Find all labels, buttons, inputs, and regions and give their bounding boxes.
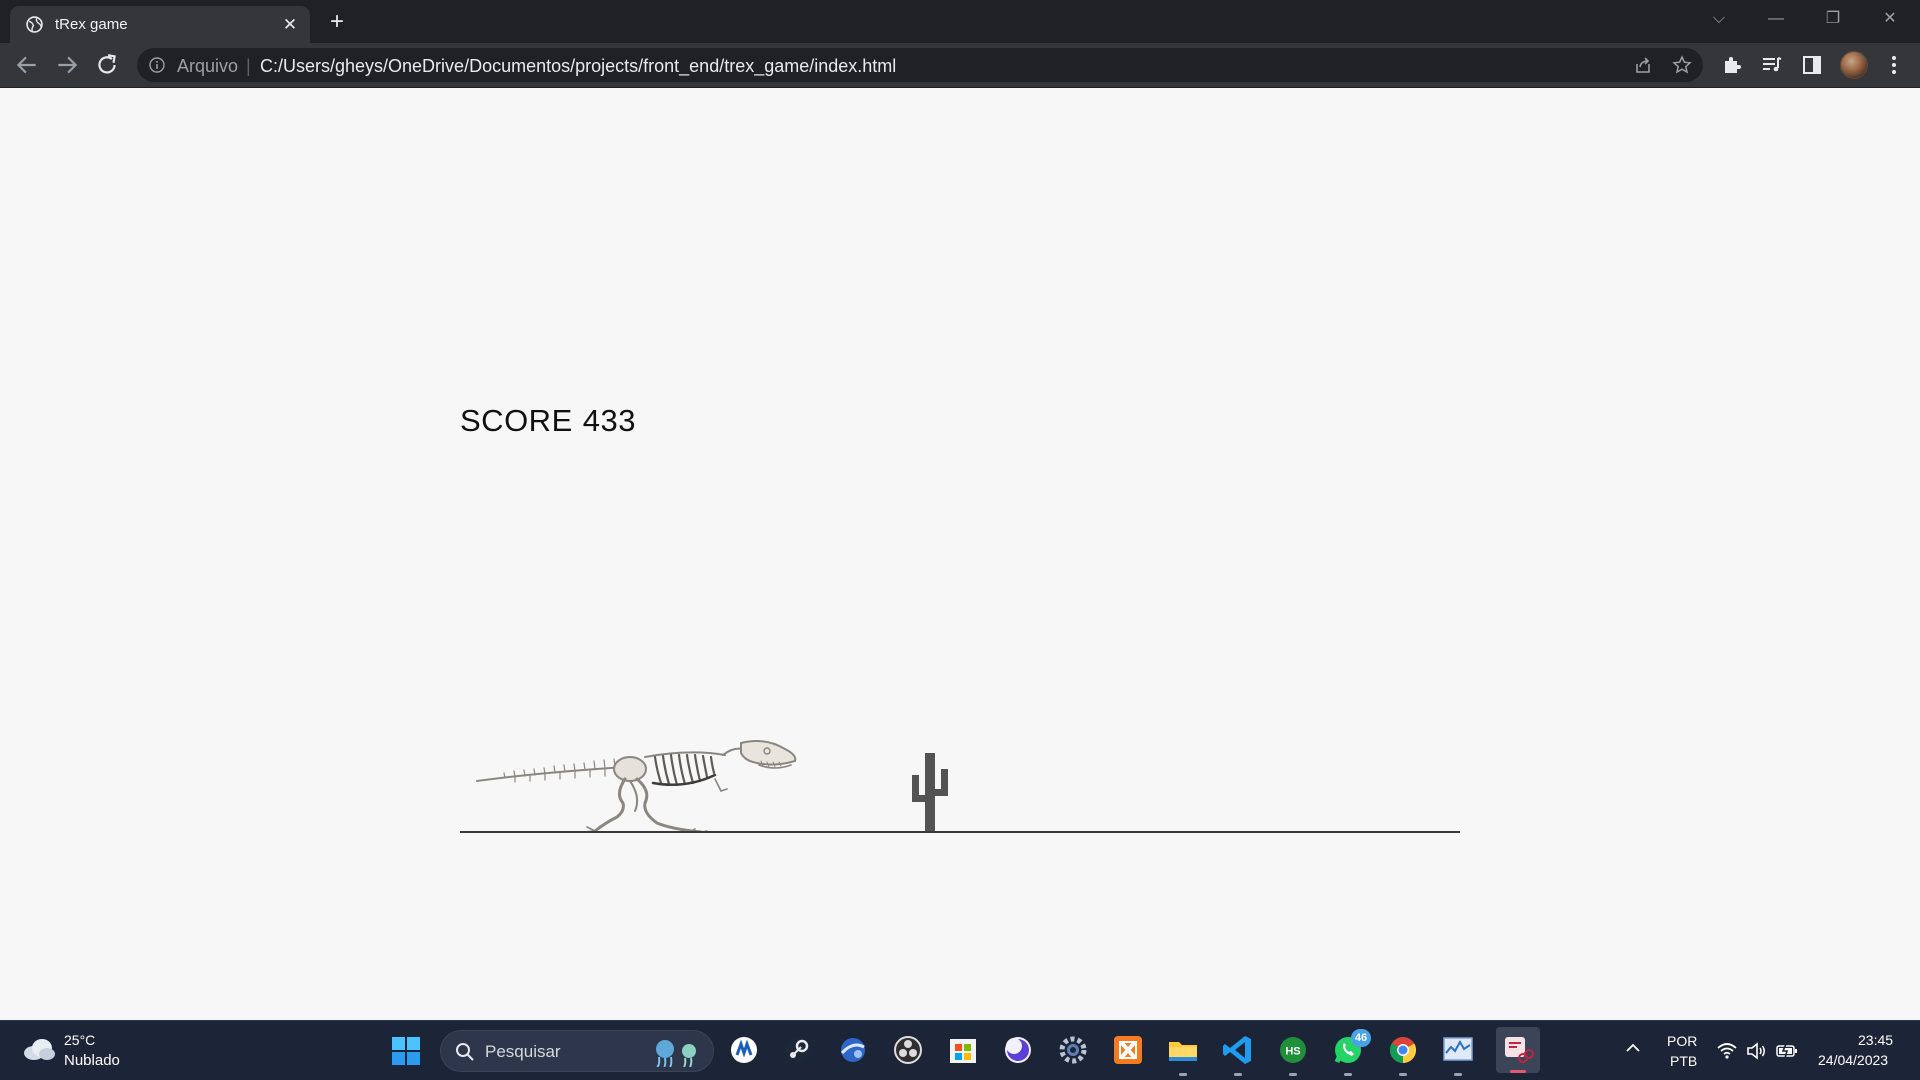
file-explorer-icon[interactable] — [1166, 1033, 1200, 1076]
search-placeholder: Pesquisar — [485, 1042, 561, 1061]
running-indicator — [1510, 1070, 1526, 1073]
windows-taskbar: 25°C Nublado Pesquisar HS 46 POR PTB 23:… — [0, 1020, 1920, 1080]
url-text[interactable]: C:/Users/gheys/OneDrive/Documentos/proje… — [260, 56, 896, 77]
browser-toolbar: Arquivo | C:/Users/gheys/OneDrive/Docume… — [0, 43, 1920, 88]
search-highlight-jellyfish-icon — [656, 1040, 696, 1067]
close-window-button[interactable]: ✕ — [1877, 6, 1903, 32]
clock-date[interactable]: 24/04/2023 — [1818, 1052, 1888, 1068]
minimize-button[interactable]: — — [1763, 6, 1789, 32]
notification-badge: 46 — [1351, 1029, 1371, 1047]
back-arrow-icon[interactable] — [14, 52, 40, 78]
steam-icon[interactable] — [781, 1033, 815, 1067]
chrome-icon[interactable] — [1386, 1033, 1420, 1076]
side-panel-icon[interactable] — [1800, 53, 1824, 77]
address-bar[interactable]: Arquivo | C:/Users/gheys/OneDrive/Docume… — [137, 48, 1703, 82]
keyboard-layout[interactable]: PTB — [1670, 1053, 1697, 1069]
tab-title: tRex game — [55, 16, 128, 33]
score-label: SCORE — [460, 403, 573, 438]
hs-app-icon[interactable]: HS — [1276, 1033, 1310, 1076]
moon-app-icon[interactable] — [1001, 1033, 1035, 1067]
running-indicator — [1399, 1073, 1407, 1076]
forward-arrow-icon[interactable] — [54, 52, 80, 78]
cactus-obstacle — [912, 753, 948, 833]
reload-icon[interactable] — [94, 52, 120, 78]
address-separator: | — [246, 56, 251, 76]
obs-studio-icon[interactable] — [891, 1033, 925, 1067]
weather-temperature[interactable]: 25°C — [64, 1032, 95, 1048]
tab-strip: tRex game ✕ + ⌵ — ❐ ✕ — [0, 0, 1920, 43]
menu-dots-icon[interactable] — [1882, 53, 1906, 77]
game-area[interactable] — [460, 649, 1460, 849]
score-display: SCORE 433 — [460, 403, 636, 439]
browser-tab-active[interactable]: tRex game ✕ — [10, 6, 310, 43]
globe-browser-icon[interactable] — [836, 1033, 870, 1067]
svg-text:HS: HS — [1285, 1046, 1300, 1058]
ground-line — [460, 831, 1460, 833]
performance-monitor-icon[interactable] — [1441, 1033, 1475, 1076]
microsoft-store-icon[interactable] — [946, 1033, 980, 1067]
running-indicator — [1289, 1073, 1297, 1076]
input-language[interactable]: POR — [1667, 1033, 1697, 1049]
volume-icon[interactable] — [1745, 1040, 1767, 1062]
whatsapp-icon[interactable]: 46 — [1331, 1029, 1371, 1076]
site-info-icon[interactable] — [149, 57, 165, 73]
running-indicator — [1344, 1073, 1352, 1076]
weather-condition[interactable]: Nublado — [64, 1052, 120, 1069]
vscode-icon[interactable] — [1221, 1033, 1255, 1076]
running-indicator — [1179, 1073, 1187, 1076]
score-value: 433 — [582, 403, 636, 438]
bookmark-star-icon[interactable] — [1672, 55, 1692, 75]
wifi-icon[interactable] — [1716, 1040, 1738, 1062]
close-tab-icon[interactable]: ✕ — [280, 15, 300, 35]
new-tab-button[interactable]: + — [324, 9, 350, 35]
profile-avatar[interactable] — [1840, 51, 1868, 79]
windows-start-icon[interactable] — [391, 1036, 421, 1066]
tab-search-chevron-icon[interactable]: ⌵ — [1706, 6, 1732, 32]
page-viewport: SCORE 433 — [0, 89, 1920, 1020]
snipping-tool-icon[interactable] — [1496, 1027, 1540, 1073]
settings-gear-icon[interactable] — [1056, 1033, 1090, 1067]
search-icon — [456, 1043, 474, 1061]
chevron-up-icon[interactable] — [1624, 1039, 1642, 1057]
media-queue-icon[interactable] — [1760, 53, 1784, 77]
edge-ai-app-icon[interactable] — [727, 1033, 761, 1067]
restore-button[interactable]: ❐ — [1820, 6, 1846, 32]
xampp-icon[interactable] — [1111, 1033, 1145, 1067]
running-indicator — [1454, 1073, 1462, 1076]
trex-skeleton — [476, 740, 797, 833]
extensions-puzzle-icon[interactable] — [1720, 53, 1744, 77]
file-scheme-label: Arquivo — [177, 56, 239, 76]
globe-favicon-icon — [26, 16, 43, 33]
battery-charging-icon[interactable] — [1776, 1040, 1798, 1062]
share-icon[interactable] — [1633, 55, 1653, 75]
taskbar-search-box[interactable]: Pesquisar — [440, 1030, 714, 1072]
clock-time[interactable]: 23:45 — [1858, 1032, 1893, 1048]
cloud-weather-icon[interactable] — [22, 1035, 56, 1063]
running-indicator — [1234, 1073, 1242, 1076]
